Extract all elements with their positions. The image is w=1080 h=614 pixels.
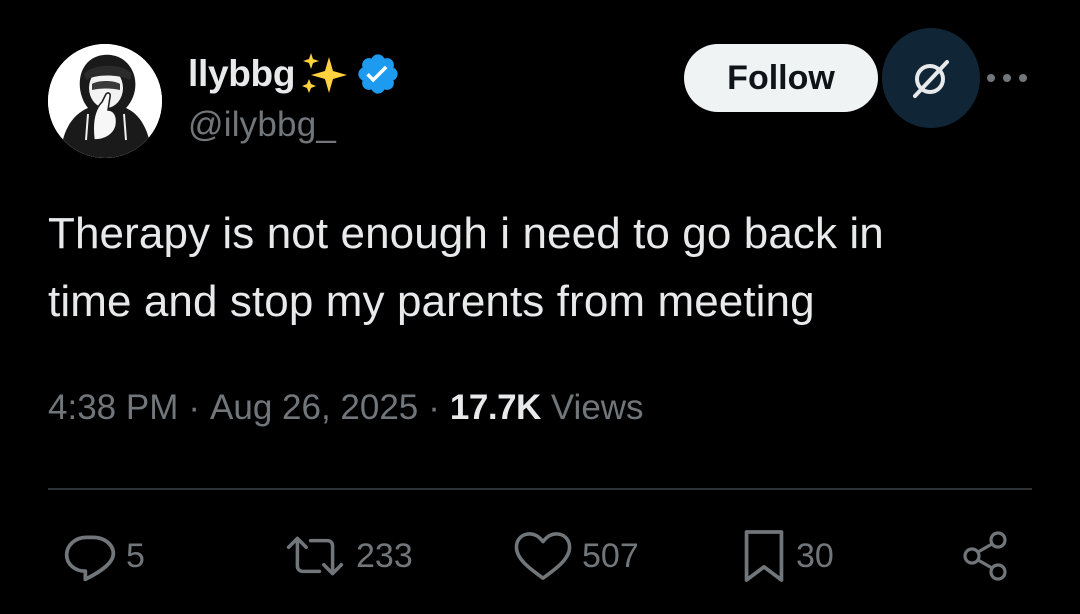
- share-button[interactable]: [958, 528, 1014, 584]
- tweet-text-line: Therapy is not enough i need to go back …: [48, 209, 884, 258]
- heart-icon: [514, 532, 572, 580]
- sparkles-icon: [299, 51, 349, 97]
- verified-badge-icon[interactable]: [355, 51, 401, 97]
- grok-icon: [913, 60, 949, 98]
- like-count: 507: [582, 536, 639, 575]
- reply-count: 5: [126, 536, 145, 575]
- tweet-meta: 4:38 PM · Aug 26, 2025 · 17.7K Views: [48, 388, 644, 428]
- tweet-date[interactable]: Aug 26, 2025: [210, 388, 418, 428]
- meta-separator: ·: [428, 388, 440, 427]
- repost-button[interactable]: 233: [282, 528, 413, 584]
- meta-separator: ·: [188, 388, 201, 427]
- more-dots-icon: [987, 74, 1027, 82]
- divider: [48, 488, 1032, 490]
- follow-button[interactable]: Follow: [684, 44, 878, 112]
- hooded-figure-avatar-icon: [48, 44, 162, 158]
- tweet-text: Therapy is not enough i need to go back …: [48, 200, 1038, 336]
- more-options-button[interactable]: [984, 60, 1030, 96]
- tweet-time[interactable]: 4:38 PM: [48, 388, 178, 428]
- bookmark-count: 30: [796, 536, 834, 575]
- share-icon: [963, 531, 1007, 581]
- grok-button[interactable]: [882, 28, 980, 128]
- tweet-card: llybbg @ilybbg_ Follow Therapy is not en…: [0, 0, 1080, 614]
- display-name[interactable]: llybbg: [188, 53, 295, 95]
- reply-icon: [64, 535, 116, 582]
- user-handle[interactable]: @ilybbg_: [188, 105, 336, 145]
- views-label: Views: [550, 388, 644, 427]
- bookmark-icon: [744, 530, 784, 582]
- avatar[interactable]: [48, 44, 162, 158]
- like-button[interactable]: 507: [512, 528, 639, 584]
- bookmark-button[interactable]: 30: [740, 528, 834, 584]
- tweet-text-line: time and stop my parents from meeting: [48, 277, 815, 326]
- reply-button[interactable]: 5: [62, 528, 145, 584]
- repost-icon: [286, 536, 344, 576]
- views-count: 17.7K: [449, 388, 541, 427]
- repost-count: 233: [356, 536, 413, 575]
- display-name-row[interactable]: llybbg: [188, 50, 401, 98]
